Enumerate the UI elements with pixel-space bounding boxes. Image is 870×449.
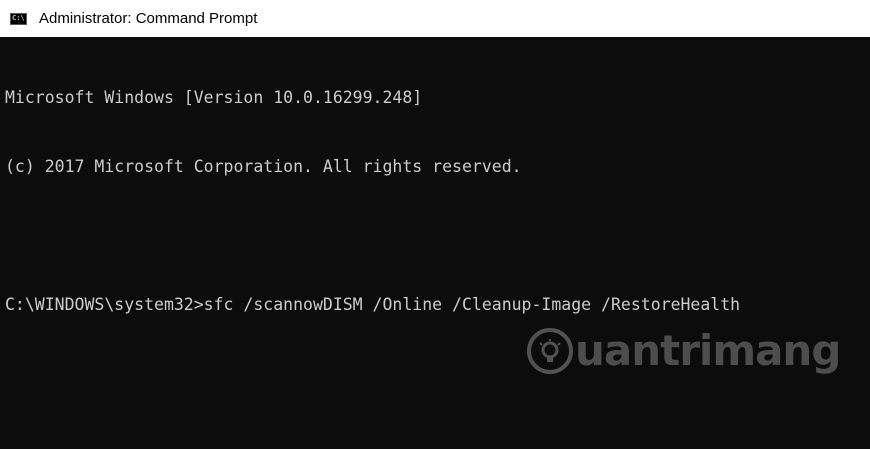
console-line-command: C:\WINDOWS\system32>sfc /scannowDISM /On…: [5, 295, 741, 314]
console-line-version: Microsoft Windows [Version 10.0.16299.24…: [5, 88, 423, 107]
cmd-icon[interactable]: C:\: [10, 12, 27, 25]
watermark-logo: uantrimang: [527, 326, 841, 375]
title-bar[interactable]: C:\ Administrator: Command Prompt: [0, 0, 870, 37]
window-title: Administrator: Command Prompt: [39, 10, 258, 27]
console-output[interactable]: Microsoft Windows [Version 10.0.16299.24…: [0, 37, 870, 449]
console-line-copyright: (c) 2017 Microsoft Corporation. All righ…: [5, 157, 522, 176]
command-prompt-window: C:\ Administrator: Command Prompt Micros…: [0, 0, 870, 449]
cmd-icon-label: C:\: [12, 14, 25, 22]
watermark-text: uantrimang: [575, 326, 841, 375]
lightbulb-icon: [527, 327, 573, 374]
